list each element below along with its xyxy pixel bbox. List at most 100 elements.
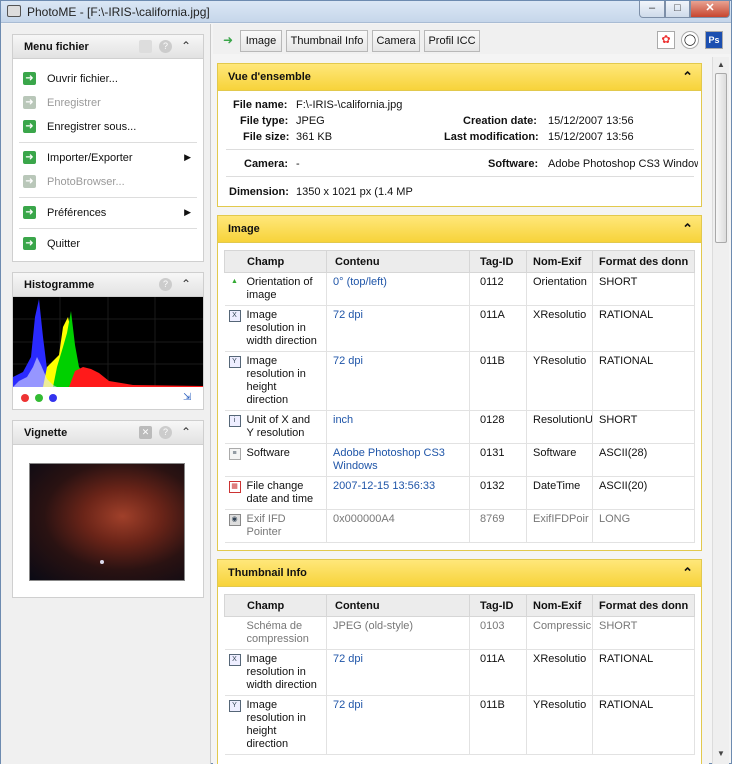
cell-nom-exif: XResolutio xyxy=(526,649,593,696)
column-header-tag-id[interactable]: Tag-ID xyxy=(469,594,527,617)
file-type-value: JPEG xyxy=(296,115,325,127)
table-row[interactable]: X Image resolution in width direction 72 d… xyxy=(224,305,695,352)
histogram-panel: Histogramme ? ⌃ ⇲ xyxy=(12,272,204,410)
table-row[interactable]: ◉ Exif IFD Pointer 0x000000A4 8769 ExifIFDPo… xyxy=(224,509,695,543)
cell-contenu: 0x000000A4 xyxy=(326,509,470,543)
thumbnail-title: Vignette xyxy=(24,427,68,439)
menu-label: PhotoBrowser... xyxy=(47,176,125,188)
menu-preferences[interactable]: ➜ Préférences ▶ xyxy=(13,201,203,225)
scroll-up-icon[interactable]: ▲ xyxy=(717,60,725,69)
table-row[interactable]: Schéma de compression JPEG (old-style) 010… xyxy=(224,616,695,650)
expand-icon[interactable]: ⇲ xyxy=(183,392,191,403)
collapse-icon[interactable]: ⌃ xyxy=(682,69,693,85)
red-channel-icon[interactable] xyxy=(21,394,29,402)
cell-champ: Software xyxy=(246,447,290,459)
table-row[interactable]: ▦ File change date and time 2007-12-15 13:… xyxy=(224,476,695,510)
column-header-format[interactable]: Format des donn xyxy=(592,250,695,273)
column-header-contenu[interactable]: Contenu xyxy=(326,594,470,617)
table-header-row: Champ Contenu Tag-ID Nom-Exif Format des… xyxy=(224,594,695,617)
menu-import-export[interactable]: ➜ Importer/Exporter ▶ xyxy=(13,146,203,170)
cell-tag-id: 0131 xyxy=(469,443,527,477)
globe-icon[interactable]: ◯ xyxy=(681,31,699,49)
tab-camera[interactable]: Camera xyxy=(372,30,420,52)
scrollbar-thumb[interactable] xyxy=(715,73,727,243)
column-header-champ[interactable]: Champ xyxy=(224,594,327,617)
cell-champ: Image resolution in height direction xyxy=(246,355,306,406)
table-row[interactable]: i Unit of X and Y resolution inch 0128 Resol… xyxy=(224,410,695,444)
table-row[interactable]: Y Image resolution in height direction 72 … xyxy=(224,695,695,755)
left-sidebar: Menu fichier ? ⌃ ➜ Ouvrir fichier... ➜ Enr… xyxy=(1,24,211,764)
cell-contenu: 72 dpi xyxy=(326,649,470,696)
camera-label: Camera: xyxy=(244,158,289,170)
collapse-icon[interactable]: ⌃ xyxy=(181,425,191,439)
table-row[interactable]: ≡ Software Adobe Photoshop CS3 Windows 0131… xyxy=(224,443,695,477)
menu-quit[interactable]: ➜ Quitter xyxy=(13,232,203,256)
cell-nom-exif: YResolutio xyxy=(526,351,593,411)
copy-icon[interactable] xyxy=(139,40,152,53)
flower-icon[interactable]: ✿ xyxy=(657,31,675,49)
cell-tag-id: 0132 xyxy=(469,476,527,510)
tab-profil-icc[interactable]: Profil ICC xyxy=(424,30,480,52)
image-section-header[interactable]: Image ⌃ xyxy=(218,216,701,243)
maximize-button[interactable]: □ xyxy=(665,1,690,18)
menu-divider xyxy=(19,142,197,143)
column-header-tag-id[interactable]: Tag-ID xyxy=(469,250,527,273)
cell-contenu: Adobe Photoshop CS3 Windows xyxy=(326,443,470,477)
menu-photobrowser[interactable]: ➜ PhotoBrowser... xyxy=(13,170,203,194)
y-resolution-icon: Y xyxy=(228,356,241,368)
dimension-label: Dimension: xyxy=(229,186,289,198)
table-row[interactable]: ▲ Orientation of image 0° (top/left) 0112 Or… xyxy=(224,272,695,306)
divider xyxy=(226,149,694,150)
column-header-nom-exif[interactable]: Nom-Exif xyxy=(526,594,593,617)
arrow-right-icon: ➜ xyxy=(23,120,36,133)
submenu-arrow-icon: ▶ xyxy=(184,152,191,162)
cell-format: RATIONAL xyxy=(592,305,695,352)
menu-save[interactable]: ➜ Enregistrer xyxy=(13,91,203,115)
help-icon[interactable]: ? xyxy=(159,278,172,291)
green-channel-icon[interactable] xyxy=(35,394,43,402)
scroll-down-icon[interactable]: ▼ xyxy=(717,749,725,758)
collapse-icon[interactable]: ⌃ xyxy=(682,221,693,237)
arrow-right-icon[interactable]: ➜ xyxy=(223,33,233,47)
thumbnail-info-header[interactable]: Thumbnail Info ⌃ xyxy=(218,560,701,587)
column-header-format[interactable]: Format des donn xyxy=(592,594,695,617)
image-section-title: Image xyxy=(228,223,260,235)
cell-nom-exif: ResolutionU xyxy=(526,410,593,444)
app-window: PhotoME - [F:\-IRIS-\california.jpg] – □… xyxy=(0,0,732,764)
cell-champ: Unit of X and Y resolution xyxy=(246,414,311,439)
tab-thumbnail-info[interactable]: Thumbnail Info xyxy=(286,30,368,52)
collapse-icon[interactable]: ⌃ xyxy=(682,565,693,581)
blue-channel-icon[interactable] xyxy=(49,394,57,402)
image-exif-table: Champ Contenu Tag-ID Nom-Exif Format des… xyxy=(224,250,695,543)
collapse-icon[interactable]: ⌃ xyxy=(181,39,191,53)
collapse-icon[interactable]: ⌃ xyxy=(181,277,191,291)
cell-tag-id: 011A xyxy=(469,649,527,696)
help-icon[interactable]: ? xyxy=(159,426,172,439)
table-row[interactable]: Y Image resolution in height direction 72 … xyxy=(224,351,695,411)
file-name-label: File name: xyxy=(233,99,288,111)
cell-format: SHORT xyxy=(592,616,695,650)
cell-tag-id: 0103 xyxy=(469,616,527,650)
cell-contenu: JPEG (old-style) xyxy=(326,616,470,650)
cell-champ: Schéma de compression xyxy=(246,620,309,645)
photoshop-icon[interactable]: Ps xyxy=(705,31,723,49)
cell-nom-exif: ExifIFDPoir xyxy=(526,509,593,543)
column-header-contenu[interactable]: Contenu xyxy=(326,250,470,273)
menu-open-file[interactable]: ➜ Ouvrir fichier... xyxy=(13,67,203,91)
column-header-champ[interactable]: Champ xyxy=(224,250,327,273)
toolbar: ➜ Image Thumbnail Info Camera Profil ICC… xyxy=(213,24,731,54)
help-icon[interactable]: ? xyxy=(159,40,172,53)
close-button[interactable]: ✕ xyxy=(690,1,730,18)
thumbnail-info-section: Thumbnail Info ⌃ Champ Contenu Tag-ID No… xyxy=(217,559,702,764)
remove-thumbnail-icon[interactable]: ✕ xyxy=(139,426,152,439)
column-header-nom-exif[interactable]: Nom-Exif xyxy=(526,250,593,273)
vertical-scrollbar[interactable]: ▲ ▼ xyxy=(712,57,729,764)
menu-save-as[interactable]: ➜ Enregistrer sous... xyxy=(13,115,203,139)
tab-image[interactable]: Image xyxy=(240,30,282,52)
thumbnail-panel: Vignette ✕ ? ⌃ xyxy=(12,420,204,598)
overview-header[interactable]: Vue d'ensemble ⌃ xyxy=(218,64,701,91)
cell-contenu: 0° (top/left) xyxy=(326,272,470,306)
table-row[interactable]: X Image resolution in width direction 72 d… xyxy=(224,649,695,696)
minimize-button[interactable]: – xyxy=(639,1,665,18)
cell-nom-exif: Compressic xyxy=(526,616,593,650)
